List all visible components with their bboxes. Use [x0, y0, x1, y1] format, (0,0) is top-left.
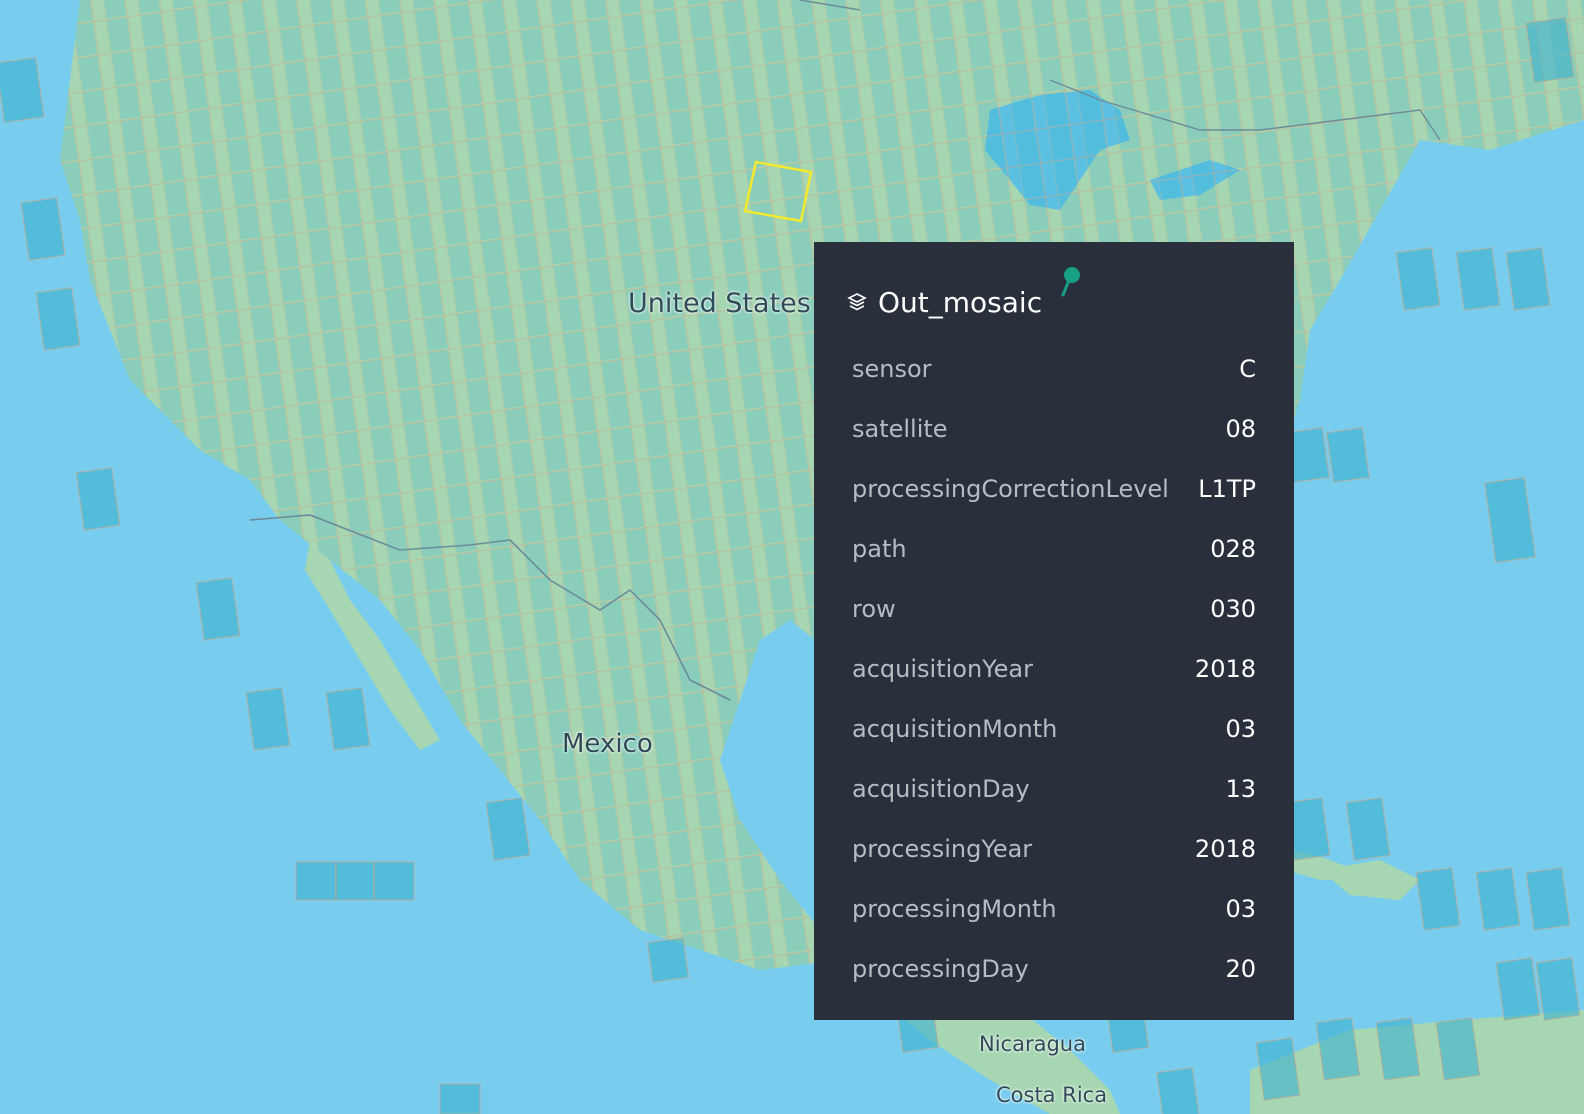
tooltip-rows: sensor C satellite 08 processingCorrection…: [814, 339, 1294, 999]
basemap: [0, 0, 1584, 1114]
row-value: 2018: [1194, 655, 1256, 683]
tooltip-row-processing-day: processingDay 20: [814, 939, 1294, 999]
row-key: acquisitionDay: [852, 775, 1030, 803]
row-value: 2018: [1194, 835, 1256, 863]
row-value: 028: [1210, 535, 1256, 563]
label-nicaragua: Nicaragua: [979, 1032, 1086, 1056]
tooltip-row-acquisition-day: acquisitionDay 13: [814, 759, 1294, 819]
row-value: 030: [1210, 595, 1256, 623]
tooltip-row-processing-month: processingMonth 03: [814, 879, 1294, 939]
tooltip-row-processing-correction-level: processingCorrectionLevel L1TP: [814, 459, 1294, 519]
row-key: sensor: [852, 355, 932, 383]
row-value: 08: [1225, 415, 1256, 443]
row-value: 20: [1225, 955, 1256, 983]
tooltip-row-path: path 028: [814, 519, 1294, 579]
pin-icon[interactable]: [1060, 265, 1082, 297]
row-key: path: [852, 535, 907, 563]
row-key: acquisitionYear: [852, 655, 1033, 683]
row-key: satellite: [852, 415, 948, 443]
row-value: C: [1239, 355, 1256, 383]
tooltip-title: Out_mosaic: [878, 285, 1043, 319]
label-mexico: Mexico: [562, 729, 653, 759]
row-key: acquisitionMonth: [852, 715, 1058, 743]
tooltip-row-row: row 030: [814, 579, 1294, 639]
tooltip-header: Out_mosaic: [814, 282, 1294, 322]
row-value: 03: [1225, 715, 1256, 743]
tooltip-row-processing-year: processingYear 2018: [814, 819, 1294, 879]
row-value: 03: [1225, 895, 1256, 923]
label-costa-rica: Costa Rica: [996, 1083, 1108, 1107]
tooltip-row-satellite: satellite 08: [814, 399, 1294, 459]
tooltip-row-sensor: sensor C: [814, 339, 1294, 399]
layers-icon: [847, 292, 867, 312]
tooltip-row-acquisition-month: acquisitionMonth 03: [814, 699, 1294, 759]
row-key: processingCorrectionLevel: [852, 475, 1169, 503]
row-key: processingDay: [852, 955, 1029, 983]
row-key: row: [852, 595, 896, 623]
row-key: processingMonth: [852, 895, 1057, 923]
row-value: L1TP: [1198, 475, 1256, 503]
row-key: processingYear: [852, 835, 1033, 863]
feature-tooltip: Out_mosaic sensor C satellite 08 processin…: [814, 242, 1294, 1020]
label-united-states: United States: [628, 288, 811, 319]
row-value: 13: [1225, 775, 1256, 803]
map-canvas[interactable]: United States Mexico Nicaragua Costa Ric…: [0, 0, 1584, 1114]
tooltip-row-acquisition-year: acquisitionYear 2018: [814, 639, 1294, 699]
